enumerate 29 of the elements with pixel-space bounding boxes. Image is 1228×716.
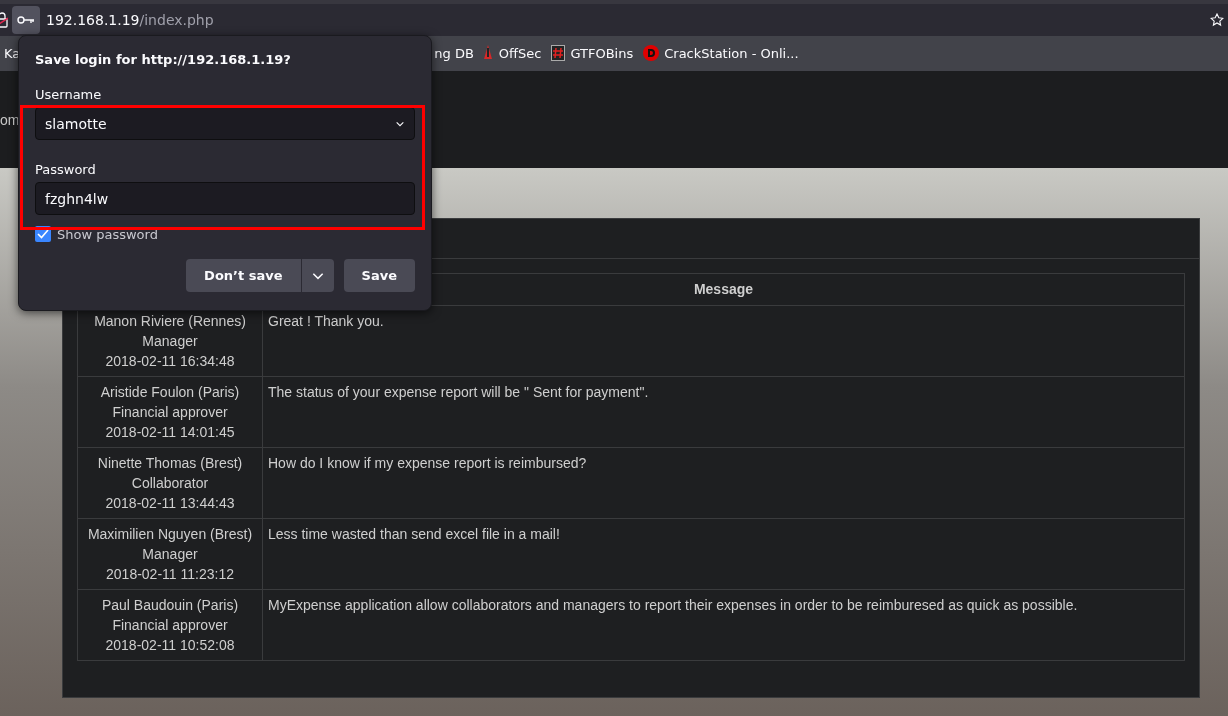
- message-cell: How do I know if my expense report is reimbursed?: [262, 447, 1185, 519]
- letter-d-icon: [643, 45, 660, 62]
- key-icon: [17, 14, 35, 25]
- dropdown-button[interactable]: [301, 259, 334, 292]
- username-label: Username: [35, 87, 103, 102]
- password-label: Password: [35, 162, 97, 177]
- message-cell: Less time wasted than send excel file in a mail!: [262, 518, 1185, 590]
- nav-link[interactable]: om: [0, 111, 20, 128]
- username-field[interactable]: slamotte: [35, 107, 415, 140]
- save-button[interactable]: Save: [343, 259, 415, 292]
- bookmark-item[interactable]: GTFOBins: [551, 45, 634, 62]
- checkbox-label: Show password: [57, 226, 158, 242]
- author-cell: Paul Baudouin (Paris) Financial approver 2018-02-11 10:52:08: [77, 589, 263, 661]
- lock-icon[interactable]: [0, 11, 8, 28]
- hash-icon: [551, 45, 566, 62]
- author-cell: Ninette Thomas (Brest) Collaborator 2018-02-11 13:44:43: [77, 447, 263, 519]
- flame-icon: [481, 45, 494, 62]
- author-cell: Maximilien Nguyen (Brest) Manager 2018-02-11 11:23:12: [77, 518, 263, 590]
- star-icon[interactable]: [1210, 12, 1224, 27]
- key-button[interactable]: [12, 5, 40, 34]
- message-cell: The status of your expense report will be " Sent for payment".: [262, 376, 1185, 448]
- bookmark-item[interactable]: OffSec: [481, 45, 542, 62]
- message-cell: MyExpense application allow collaborators and managers to report their expenses in order to be reimburesed as quick as possible.: [262, 589, 1185, 661]
- dont-save-button[interactable]: Don’t save: [186, 259, 301, 292]
- author-cell: Aristide Foulon (Paris) Financial approver 2018-02-11 14:01:45: [77, 376, 263, 448]
- bookmark-item[interactable]: CrackStation - Onli...: [643, 45, 799, 62]
- bookmark-item[interactable]: ng DB: [434, 45, 474, 61]
- popup-title: Save login for http://192.168.1.19?: [35, 52, 292, 67]
- password-field[interactable]: fzghn4lw: [35, 182, 415, 215]
